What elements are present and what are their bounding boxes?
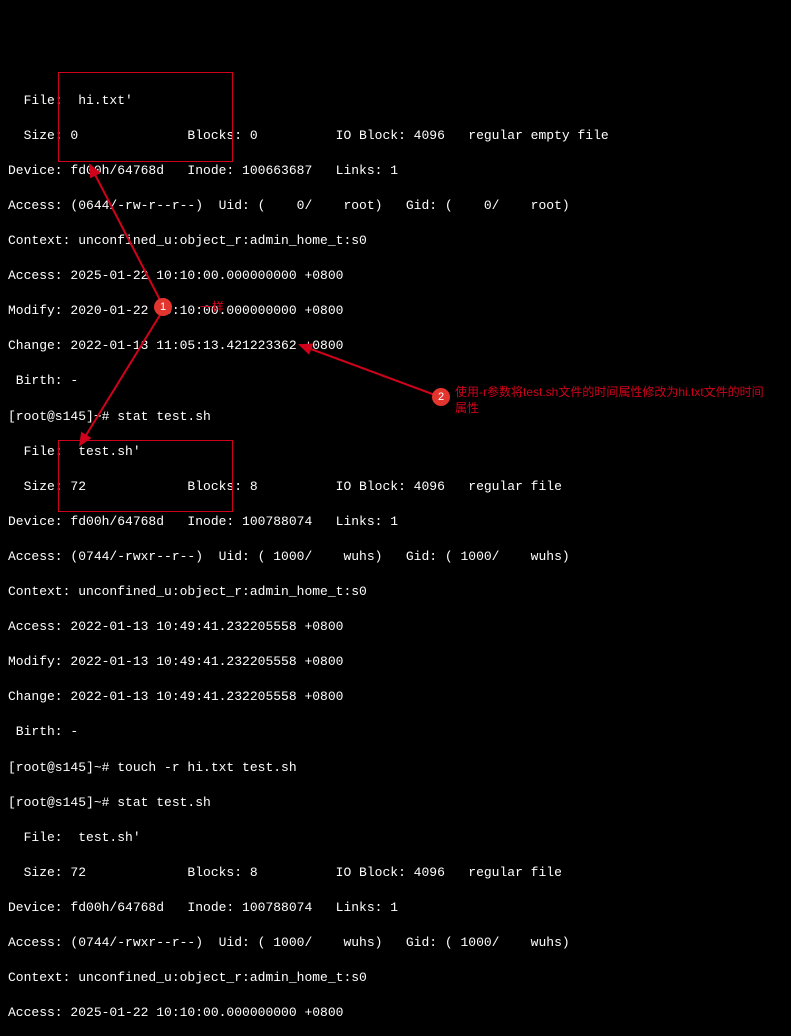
stat-line: File: hi.txt'	[8, 92, 783, 110]
stat-line: Context: unconfined_u:object_r:admin_hom…	[8, 969, 783, 987]
stat-line: Device: fd00h/64768d Inode: 100788074 Li…	[8, 899, 783, 917]
annotation-text-2: 使用-r参数将test.sh文件的时间属性修改为hi.txt文件的时间属性	[455, 385, 775, 416]
stat-line: Size: 72 Blocks: 8 IO Block: 4096 regula…	[8, 478, 783, 496]
stat-line: Modify: 2022-01-13 10:49:41.232205558 +0…	[8, 653, 783, 671]
stat-line: Device: fd00h/64768d Inode: 100788074 Li…	[8, 513, 783, 531]
stat-line: Context: unconfined_u:object_r:admin_hom…	[8, 583, 783, 601]
stat-line: Access: (0744/-rwxr--r--) Uid: ( 1000/ w…	[8, 548, 783, 566]
annotation-badge-1: 1	[154, 298, 172, 316]
stat-line: Size: 72 Blocks: 8 IO Block: 4096 regula…	[8, 864, 783, 882]
stat-line: Size: 0 Blocks: 0 IO Block: 4096 regular…	[8, 127, 783, 145]
stat-line: File: test.sh'	[8, 829, 783, 847]
annotation-text-1: 一样	[200, 300, 224, 316]
stat-line: Access: 2022-01-13 10:49:41.232205558 +0…	[8, 618, 783, 636]
stat-line: Device: fd00h/64768d Inode: 100663687 Li…	[8, 162, 783, 180]
prompt-line[interactable]: [root@s145]~# stat test.sh	[8, 794, 783, 812]
annotation-badge-2: 2	[432, 388, 450, 406]
stat-line: Modify: 2020-01-22 10:10:00.000000000 +0…	[8, 302, 783, 320]
stat-line: Access: (0644/-rw-r--r--) Uid: ( 0/ root…	[8, 197, 783, 215]
stat-line: Access: 2025-01-22 10:10:00.000000000 +0…	[8, 1004, 783, 1022]
stat-line: Change: 2022-01-13 10:49:41.232205558 +0…	[8, 688, 783, 706]
stat-line: Birth: -	[8, 723, 783, 741]
stat-line: Access: (0744/-rwxr--r--) Uid: ( 1000/ w…	[8, 934, 783, 952]
prompt-line[interactable]: [root@s145]~# touch -r hi.txt test.sh	[8, 759, 783, 777]
stat-line: Access: 2025-01-22 10:10:00.000000000 +0…	[8, 267, 783, 285]
stat-line: File: test.sh'	[8, 443, 783, 461]
stat-line: Context: unconfined_u:object_r:admin_hom…	[8, 232, 783, 250]
stat-line: Change: 2022-01-13 11:05:13.421223362 +0…	[8, 337, 783, 355]
terminal-output: File: hi.txt' Size: 0 Blocks: 0 IO Block…	[8, 74, 783, 1036]
